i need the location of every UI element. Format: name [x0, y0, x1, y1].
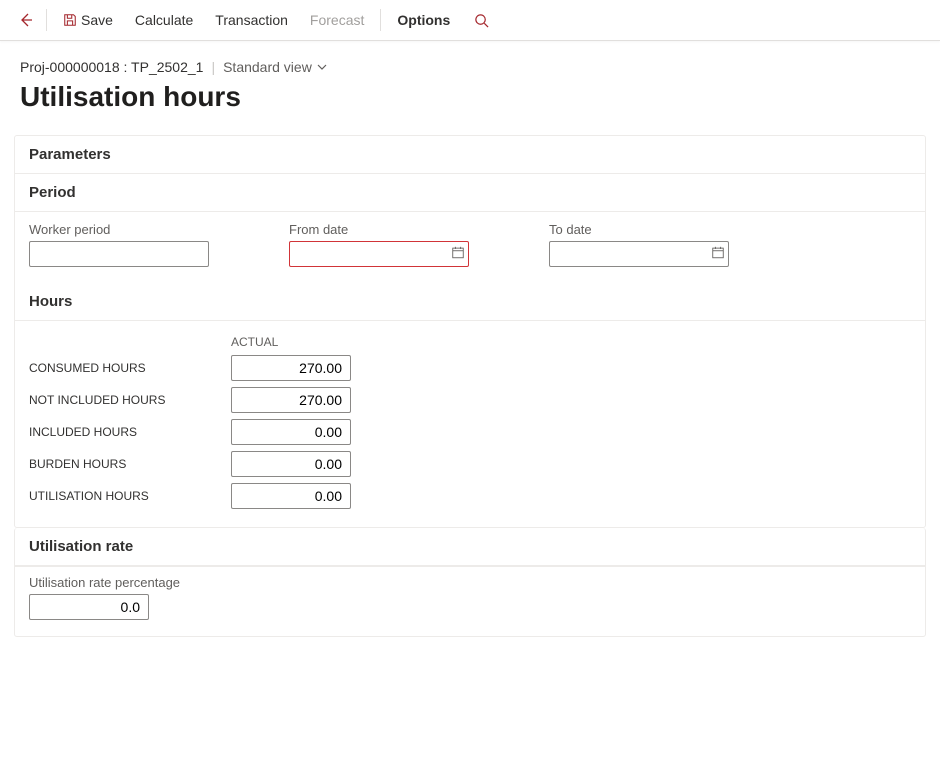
to-date-wrap: [549, 241, 729, 267]
row-label: UTILISATION HOURS: [29, 489, 219, 503]
to-date-input[interactable]: [549, 241, 729, 267]
to-date-label: To date: [549, 222, 729, 237]
field-to-date: To date: [549, 222, 729, 267]
rate-percentage-input[interactable]: [29, 594, 149, 620]
worker-period-label: Worker period: [29, 222, 209, 237]
row-label: NOT INCLUDED HOURS: [29, 393, 219, 407]
forecast-button: Forecast: [300, 8, 374, 32]
panel-utilisation-rate: Utilisation rate Utilisation rate percen…: [14, 528, 926, 637]
row-label: CONSUMED HOURS: [29, 361, 219, 375]
rate-body: Utilisation rate percentage: [15, 566, 925, 636]
breadcrumb: Proj-000000018 : TP_2502_1 | Standard vi…: [20, 59, 920, 75]
toolbar-separator: [380, 9, 381, 31]
period-header[interactable]: Period: [15, 174, 925, 212]
from-date-wrap: [289, 241, 469, 267]
consumed-hours-input[interactable]: [231, 355, 351, 381]
view-selector[interactable]: Standard view: [223, 59, 328, 75]
row-label: BURDEN HOURS: [29, 457, 219, 471]
hours-column-actual: ACTUAL: [231, 335, 361, 349]
worker-period-input[interactable]: [29, 241, 209, 267]
field-worker-period: Worker period: [29, 222, 209, 267]
parameters-header[interactable]: Parameters: [15, 136, 925, 174]
field-from-date: From date: [289, 222, 469, 267]
page-header: Proj-000000018 : TP_2502_1 | Standard vi…: [0, 41, 940, 121]
options-button[interactable]: Options: [387, 8, 460, 32]
save-label: Save: [81, 12, 113, 28]
save-button[interactable]: Save: [53, 8, 123, 32]
search-icon: [474, 13, 489, 28]
rate-percentage-label: Utilisation rate percentage: [29, 575, 911, 590]
hours-header[interactable]: Hours: [15, 283, 925, 321]
panel-parameters: Parameters Period Worker period From dat…: [14, 135, 926, 528]
included-hours-input[interactable]: [231, 419, 351, 445]
from-date-input[interactable]: [289, 241, 469, 267]
utilisation-rate-header[interactable]: Utilisation rate: [15, 528, 925, 566]
view-label: Standard view: [223, 59, 312, 75]
chevron-down-icon: [316, 61, 328, 73]
arrow-left-icon: [18, 12, 34, 28]
row-label: INCLUDED HOURS: [29, 425, 219, 439]
save-icon: [63, 13, 77, 27]
transaction-button[interactable]: Transaction: [205, 8, 298, 32]
calculate-button[interactable]: Calculate: [125, 8, 203, 32]
breadcrumb-separator: |: [211, 59, 215, 75]
toolbar-separator: [46, 9, 47, 31]
hours-table: ACTUAL CONSUMED HOURS NOT INCLUDED HOURS…: [29, 335, 911, 509]
search-button[interactable]: [468, 7, 494, 33]
breadcrumb-project: Proj-000000018 : TP_2502_1: [20, 59, 203, 75]
page-title: Utilisation hours: [20, 81, 920, 113]
not-included-hours-input[interactable]: [231, 387, 351, 413]
from-date-label: From date: [289, 222, 469, 237]
toolbar: Save Calculate Transaction Forecast Opti…: [0, 0, 940, 41]
period-body: Worker period From date To date: [15, 212, 925, 283]
back-button[interactable]: [12, 6, 40, 34]
utilisation-hours-input[interactable]: [231, 483, 351, 509]
hours-body: ACTUAL CONSUMED HOURS NOT INCLUDED HOURS…: [15, 321, 925, 527]
burden-hours-input[interactable]: [231, 451, 351, 477]
